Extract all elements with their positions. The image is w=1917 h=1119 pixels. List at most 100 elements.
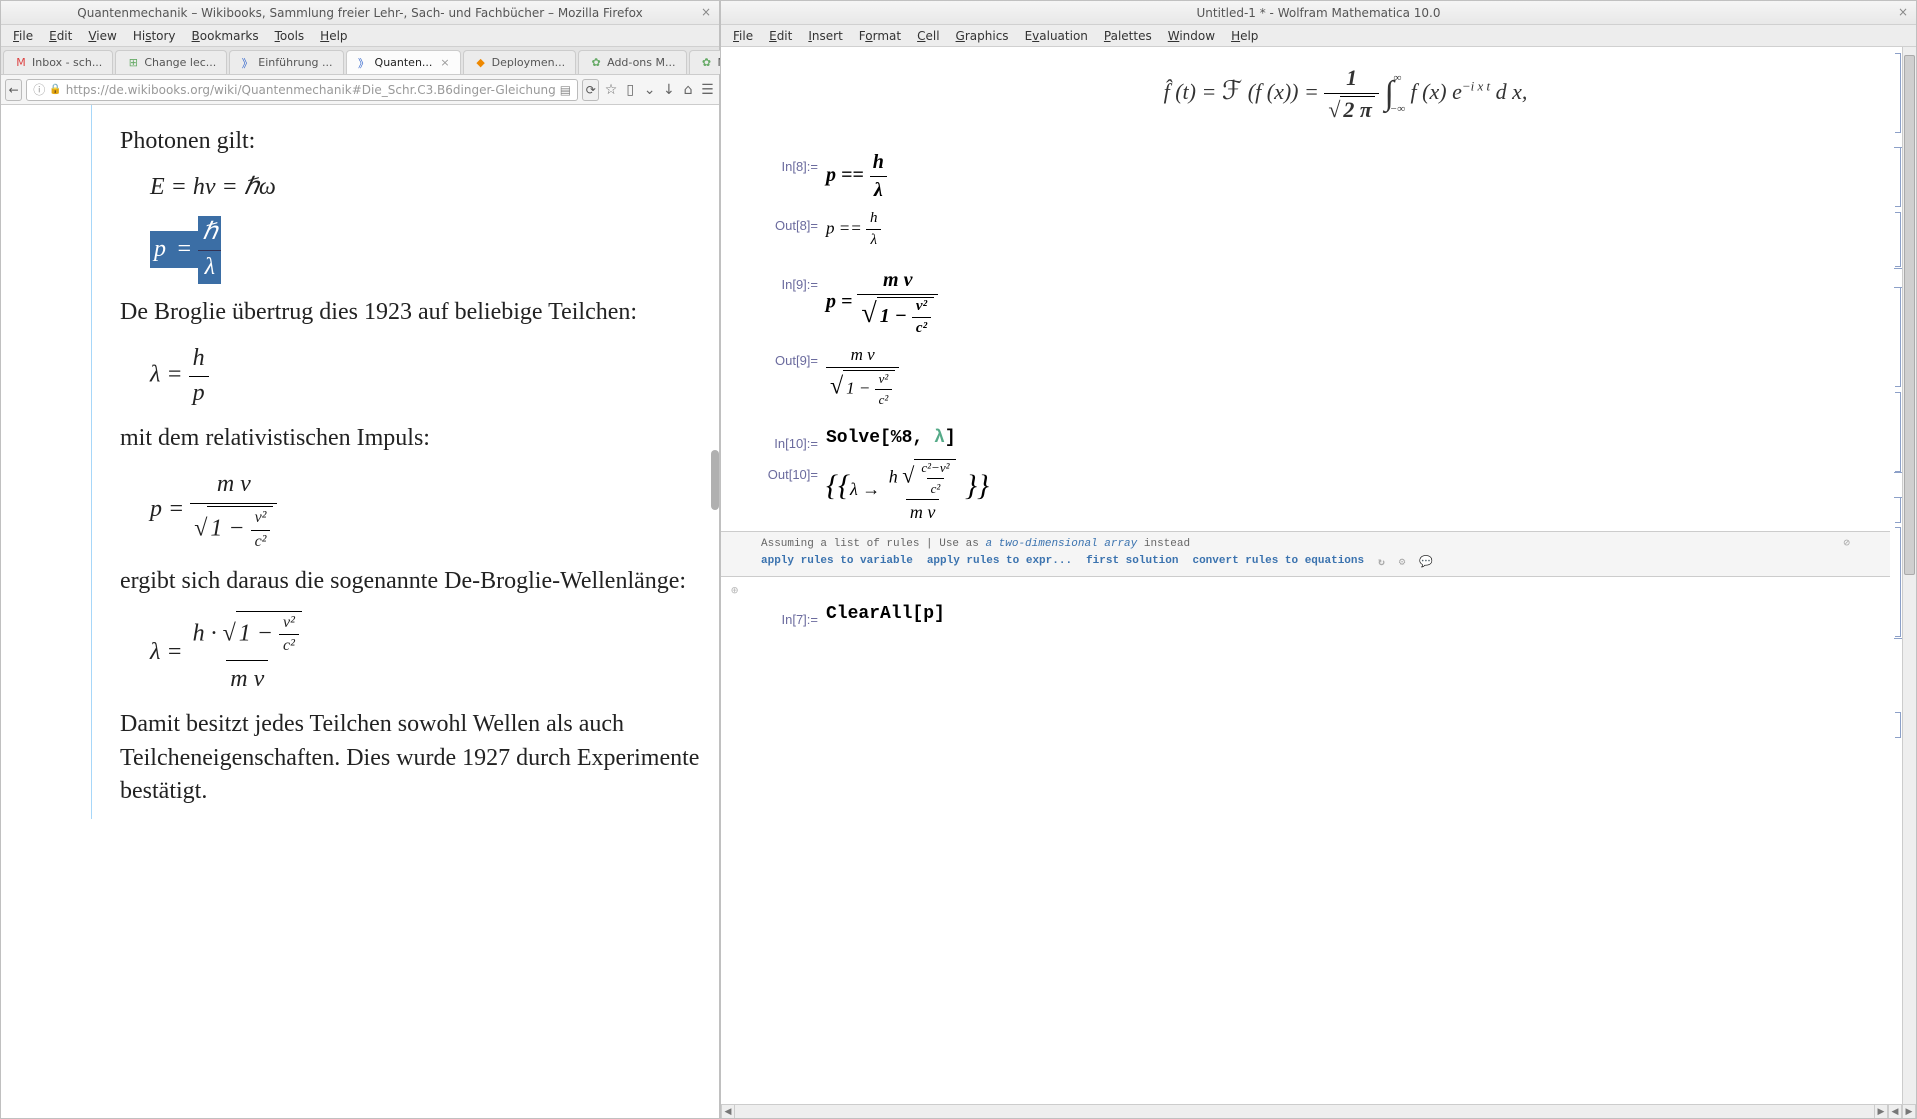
menu-graphics[interactable]: Graphics [948, 27, 1017, 45]
scroll-right-icon[interactable]: ▶ [1902, 1105, 1916, 1118]
menu-evaluation[interactable]: Evaluation [1017, 27, 1096, 45]
tab-change-lec[interactable]: ⊞Change lec... [115, 50, 227, 74]
suggestion-assume: Assuming a list of rules | Use as a two-… [761, 536, 1850, 552]
cell-body: Solve[%8, λ] [826, 428, 956, 448]
addon-icon: ✿ [589, 56, 603, 70]
gear-icon[interactable]: ⚙ [1399, 555, 1406, 569]
url-input[interactable]: ⓘ 🔒 https://de.wikibooks.org/wiki/Quante… [26, 79, 578, 101]
suggestion-apply-var[interactable]: apply rules to variable [761, 555, 913, 569]
horizontal-scrollbar[interactable]: ◀ ▶ ◀ ▶ [721, 1104, 1916, 1118]
tab-deployment[interactable]: ◆Deploymen... [463, 50, 576, 74]
scrollbar-thumb[interactable] [1904, 55, 1915, 575]
info-icon[interactable]: ⓘ [33, 81, 45, 98]
cell-label: Out[9]= [751, 345, 826, 368]
home-icon[interactable]: ⌂ [680, 82, 695, 98]
output-cell-10: Out[10]= {{λ → h √c²−v²c²m v }} [751, 459, 1860, 523]
download-icon[interactable]: ↓ [661, 82, 676, 98]
reload-button[interactable]: ⟳ [582, 79, 599, 101]
scroll-track[interactable] [735, 1105, 1874, 1118]
suggestion-options: apply rules to variable apply rules to e… [761, 552, 1850, 572]
cell-body: p = m v√1 − v²c² [826, 269, 938, 337]
pocket-icon[interactable]: ⌄ [642, 82, 657, 98]
tab-inbox[interactable]: MInbox - sch... [3, 50, 113, 74]
menu-history[interactable]: History [125, 27, 184, 45]
refresh-icon[interactable]: ↻ [1378, 555, 1385, 569]
menu-view[interactable]: View [80, 27, 124, 45]
menu-help[interactable]: Help [1223, 27, 1266, 45]
mathematica-titlebar: Untitled-1 * - Wolfram Mathematica 10.0 … [721, 1, 1916, 25]
menu-insert[interactable]: Insert [800, 27, 850, 45]
tab-addons[interactable]: ✿Add-ons M... [578, 50, 686, 74]
cell-body: p == hλ [826, 151, 888, 202]
tab-einfuhrung[interactable]: 》Einführung ... [229, 50, 343, 74]
cell-insert-indicator[interactable]: ⊕ [731, 583, 1880, 598]
output-cell-9: Out[9]= m v√1 − v²c² [751, 345, 1860, 408]
input-cell-10[interactable]: In[10]:= Solve[%8, λ] [751, 428, 1860, 451]
cell-brackets[interactable] [1890, 47, 1902, 1104]
wikibooks-icon: 》 [357, 56, 371, 70]
menu-file[interactable]: File [725, 27, 761, 45]
tab-quanten[interactable]: 》Quanten...× [346, 50, 461, 74]
cell-body: {{λ → h √c²−v²c²m v }} [826, 459, 989, 523]
menu-palettes[interactable]: Palettes [1096, 27, 1160, 45]
vertical-scrollbar[interactable] [1902, 47, 1916, 1104]
mathematica-window: Untitled-1 * - Wolfram Mathematica 10.0 … [720, 0, 1917, 1119]
scrollbar-thumb[interactable] [711, 450, 719, 510]
cell-label: In[7]:= [751, 604, 826, 627]
menu-tools[interactable]: Tools [267, 27, 313, 45]
firefox-tabbar: MInbox - sch... ⊞Change lec... 》Einführu… [1, 47, 719, 75]
mathematica-content: f̂ (t) = ℱ (f (x)) = 1√2 π ∫∞−∞ f (x) e−… [721, 47, 1916, 1104]
menu-file[interactable]: File [5, 27, 41, 45]
input-cell-7[interactable]: In[7]:= ClearAll[p] [751, 604, 1860, 627]
site-icon: ⊞ [126, 56, 140, 70]
suggestion-convert[interactable]: convert rules to equations [1192, 555, 1364, 569]
star-icon[interactable]: ☆ [603, 82, 618, 98]
library-icon[interactable]: ▯ [623, 82, 638, 98]
equation-relativistic-p: p = m v√1 − v²c² [150, 468, 709, 553]
menu-help[interactable]: Help [312, 27, 355, 45]
menu-format[interactable]: Format [851, 27, 909, 45]
scroll-right-icon[interactable]: ▶ [1874, 1105, 1888, 1118]
equation-energy: E = hν = ℏω [150, 171, 709, 205]
cell-body: p == hλ [826, 210, 881, 249]
firefox-content: Photonen gilt: E = hν = ℏω p=ℏλ De Brogl… [1, 105, 719, 1118]
cell-label: In[8]:= [751, 151, 826, 174]
site-icon: ◆ [474, 56, 488, 70]
back-button[interactable]: ← [5, 79, 22, 101]
close-icon[interactable]: ⊘ [1843, 536, 1850, 550]
menu-cell[interactable]: Cell [909, 27, 947, 45]
firefox-titlebar: Quantenmechanik – Wikibooks, Sammlung fr… [1, 1, 719, 25]
firefox-window: Quantenmechanik – Wikibooks, Sammlung fr… [0, 0, 720, 1119]
wiki-article: Photonen gilt: E = hν = ℏω p=ℏλ De Brogl… [91, 105, 709, 819]
output-cell-8: Out[8]= p == hλ [751, 210, 1860, 249]
close-icon[interactable]: × [701, 5, 711, 19]
scroll-left-icon[interactable]: ◀ [1888, 1105, 1902, 1118]
cell-label: Out[10]= [751, 459, 826, 482]
input-cell-9[interactable]: In[9]:= p = m v√1 − v²c² [751, 269, 1860, 337]
menu-edit[interactable]: Edit [41, 27, 80, 45]
tab-close-icon[interactable]: × [440, 56, 449, 69]
paragraph: De Broglie übertrug dies 1923 auf belieb… [120, 296, 709, 330]
notebook[interactable]: f̂ (t) = ℱ (f (x)) = 1√2 π ∫∞−∞ f (x) e−… [721, 47, 1890, 1104]
menu-edit[interactable]: Edit [761, 27, 800, 45]
hamburger-icon[interactable]: ☰ [700, 82, 715, 98]
suggestion-first[interactable]: first solution [1086, 555, 1178, 569]
chat-icon[interactable]: 💬 [1419, 555, 1433, 569]
input-cell-8[interactable]: In[8]:= p == hλ [751, 151, 1860, 202]
url-text: https://de.wikibooks.org/wiki/Quantenmec… [66, 83, 556, 97]
suggestion-apply-expr[interactable]: apply rules to expr... [927, 555, 1072, 569]
close-icon[interactable]: × [1898, 5, 1908, 19]
menu-window[interactable]: Window [1160, 27, 1223, 45]
cell-body: m v√1 − v²c² [826, 345, 899, 408]
menu-bookmarks[interactable]: Bookmarks [184, 27, 267, 45]
suggestion-bar: ⊘ Assuming a list of rules | Use as a tw… [721, 531, 1890, 577]
reader-icon[interactable]: ▤ [560, 83, 571, 97]
scroll-left-icon[interactable]: ◀ [721, 1105, 735, 1118]
paragraph: mit dem relativistischen Impuls: [120, 422, 709, 456]
suggestion-alt-link[interactable]: a two-dimensional array [985, 538, 1137, 550]
paragraph: Photonen gilt: [120, 125, 709, 159]
cell-label: In[10]:= [751, 428, 826, 451]
firefox-menubar: File Edit View History Bookmarks Tools H… [1, 25, 719, 47]
firefox-title: Quantenmechanik – Wikibooks, Sammlung fr… [77, 6, 642, 20]
paragraph: ergibt sich daraus die sogenannte De-Bro… [120, 565, 709, 599]
